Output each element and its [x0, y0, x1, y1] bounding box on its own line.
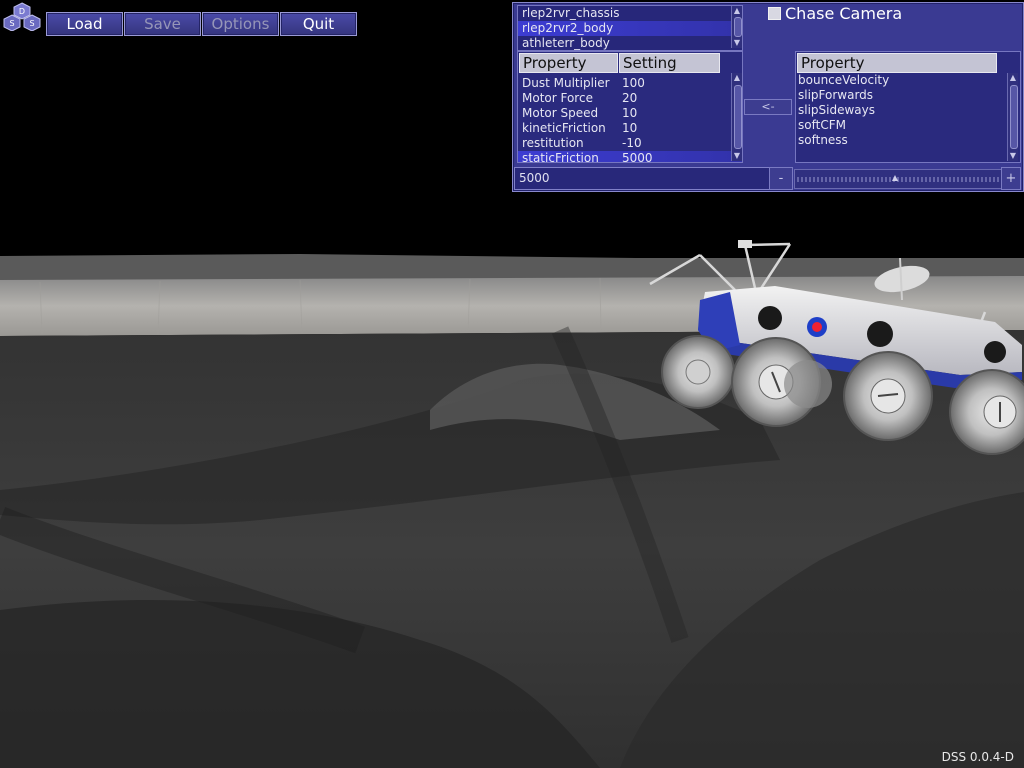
- dss-logo: D S S: [3, 2, 41, 31]
- property-row[interactable]: Dust Multiplier 100: [518, 76, 742, 91]
- value-slider[interactable]: [794, 169, 1002, 189]
- scroll-thumb[interactable]: [1010, 85, 1018, 149]
- available-property-item[interactable]: bounceVelocity: [796, 73, 1020, 88]
- property-name: staticFriction: [522, 151, 599, 163]
- quit-button[interactable]: Quit: [280, 12, 357, 36]
- scroll-thumb[interactable]: [734, 17, 742, 37]
- version-label: DSS 0.0.4-D: [941, 750, 1014, 764]
- property-value: 10: [622, 121, 638, 135]
- property-editor-panel: rlep2rvr_chassis rlep2rvr2_body athleter…: [512, 2, 1024, 192]
- slider-handle-icon: [892, 175, 898, 181]
- scroll-up-icon[interactable]: ▲: [1008, 73, 1018, 83]
- load-button[interactable]: Load: [46, 12, 123, 36]
- property-value: 100: [622, 76, 645, 90]
- body-list-scrollbar[interactable]: ▲ ▼: [731, 6, 742, 48]
- property-value: -10: [622, 136, 642, 150]
- property-name: kineticFriction: [522, 121, 606, 135]
- value-input[interactable]: 5000: [514, 167, 770, 190]
- main-toolbar: Load Save Options Quit: [46, 12, 357, 36]
- scroll-up-icon[interactable]: ▲: [732, 73, 742, 83]
- property-value: 20: [622, 91, 638, 105]
- logo-letter-s2: S: [29, 19, 34, 28]
- scroll-down-icon[interactable]: ▼: [732, 151, 742, 161]
- logo-letter-s1: S: [9, 19, 14, 28]
- property-row[interactable]: Motor Force 20: [518, 91, 742, 106]
- property-name: restitution: [522, 136, 584, 150]
- property-value: 5000: [622, 151, 653, 163]
- chase-camera-checkbox[interactable]: [768, 7, 781, 20]
- available-property-item[interactable]: softness: [796, 133, 1020, 148]
- property-row[interactable]: kineticFriction 10: [518, 121, 742, 136]
- scroll-up-icon[interactable]: ▲: [732, 6, 742, 16]
- scroll-down-icon[interactable]: ▼: [732, 38, 742, 48]
- property-column-header[interactable]: Property: [519, 53, 618, 73]
- slider-ticks: [797, 175, 999, 182]
- property-row[interactable]: staticFriction 5000: [518, 151, 742, 163]
- options-button[interactable]: Options: [202, 12, 279, 36]
- chase-camera-label: Chase Camera: [785, 4, 903, 23]
- property-name: Dust Multiplier: [522, 76, 610, 90]
- property-row[interactable]: restitution -10: [518, 136, 742, 151]
- setting-column-header[interactable]: Setting: [619, 53, 720, 73]
- scroll-thumb[interactable]: [734, 85, 742, 149]
- logo-letter-d: D: [19, 7, 25, 16]
- body-list-item-selected[interactable]: rlep2rvr2_body: [518, 21, 742, 36]
- available-property-header[interactable]: Property: [797, 53, 997, 73]
- property-name: Motor Force: [522, 91, 593, 105]
- scroll-down-icon[interactable]: ▼: [1008, 151, 1018, 161]
- property-list-scrollbar[interactable]: ▲ ▼: [731, 73, 742, 161]
- property-value: 10: [622, 106, 638, 120]
- body-list-item[interactable]: rlep2rvr_chassis: [518, 6, 742, 21]
- available-list-scrollbar[interactable]: ▲ ▼: [1007, 73, 1018, 161]
- decrement-button[interactable]: -: [769, 167, 793, 190]
- body-list[interactable]: rlep2rvr_chassis rlep2rvr2_body athleter…: [517, 5, 743, 51]
- property-name: Motor Speed: [522, 106, 599, 120]
- save-button[interactable]: Save: [124, 12, 201, 36]
- increment-button[interactable]: +: [1001, 167, 1021, 190]
- available-property-item[interactable]: slipForwards: [796, 88, 1020, 103]
- property-row[interactable]: Motor Speed 10: [518, 106, 742, 121]
- move-property-left-button[interactable]: <-: [744, 99, 792, 115]
- body-list-item[interactable]: athleterr_body: [518, 36, 742, 50]
- available-property-item[interactable]: softCFM: [796, 118, 1020, 133]
- available-property-item[interactable]: slipSideways: [796, 103, 1020, 118]
